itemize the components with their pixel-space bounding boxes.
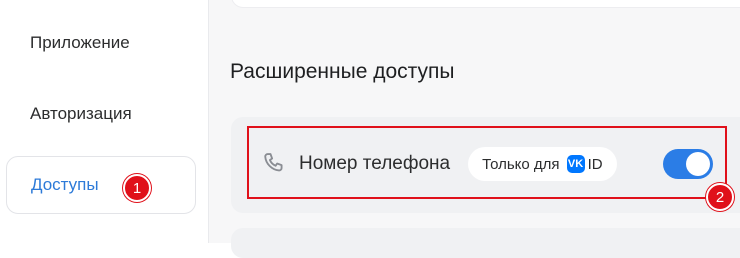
sidebar-item-authorization[interactable]: Авторизация	[6, 85, 196, 143]
sidebar-item-label: Приложение	[30, 33, 130, 52]
sidebar-item-application[interactable]: Приложение	[6, 14, 196, 72]
permission-row: Номер телефона Только для VK ID	[259, 146, 719, 182]
vk-logo-icon: VK	[566, 155, 585, 173]
sidebar-item-label: Авторизация	[30, 104, 132, 123]
section-title: Расширенные доступы	[230, 60, 455, 83]
sidebar-item-access[interactable]: Доступы	[6, 156, 196, 214]
sidebar: Приложение Авторизация Доступы	[0, 0, 209, 243]
phone-access-toggle[interactable]	[663, 149, 713, 179]
step-badge-2: 2	[706, 183, 734, 211]
main-content: Расширенные доступы	[209, 0, 740, 258]
previous-section-card	[231, 0, 740, 8]
step-badge-1: 1	[123, 174, 151, 202]
phone-icon	[259, 149, 289, 179]
next-permission-card	[231, 228, 740, 258]
sidebar-item-label: Доступы	[31, 175, 99, 194]
only-for-label: Только для	[482, 155, 560, 173]
id-label: ID	[587, 155, 603, 173]
vk-id-only-badge: Только для VK ID	[468, 147, 617, 181]
toggle-knob	[686, 152, 710, 176]
permission-label: Номер телефона	[299, 153, 451, 174]
